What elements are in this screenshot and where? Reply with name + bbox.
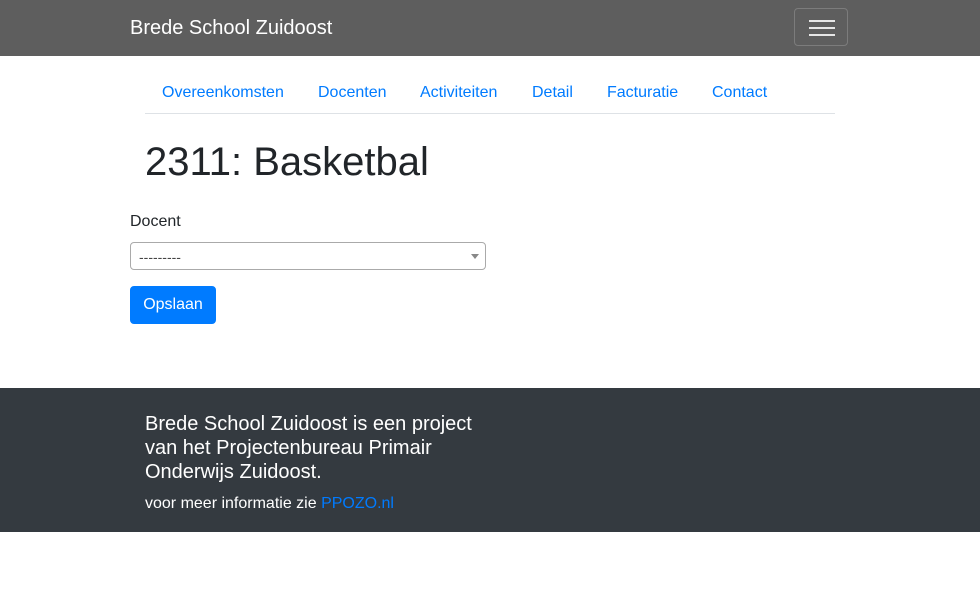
save-button[interactable]: Opslaan	[130, 286, 216, 324]
brand-link[interactable]: Brede School Zuidoost	[130, 15, 332, 41]
navbar: Brede School Zuidoost	[0, 0, 980, 56]
footer-info: voor meer informatie zie PPOZO.nl	[145, 494, 394, 514]
footer-text: Brede School Zuidoost is een project van…	[145, 413, 472, 483]
tab-detail[interactable]: Detail	[532, 83, 573, 103]
dropdown-arrow-icon	[471, 254, 479, 259]
docent-select[interactable]: ---------	[130, 242, 486, 270]
docent-select-value: ---------	[139, 249, 181, 265]
ppozo-link[interactable]: PPOZO.nl	[321, 495, 394, 512]
tab-facturatie[interactable]: Facturatie	[607, 83, 678, 103]
footer-info-prefix: voor meer informatie zie	[145, 495, 322, 512]
navbar-toggler-button[interactable]	[794, 8, 848, 46]
tab-contact[interactable]: Contact	[712, 83, 767, 103]
tab-docenten[interactable]: Docenten	[318, 83, 387, 103]
tab-navigation: Overeenkomsten Docenten Activiteiten Det…	[145, 74, 835, 114]
tab-overeenkomsten[interactable]: Overeenkomsten	[162, 83, 284, 103]
footer: Brede School Zuidoost is een project van…	[0, 388, 980, 532]
page-title: 2311: Basketbal	[145, 140, 429, 184]
docent-label: Docent	[130, 213, 181, 230]
tab-activiteiten[interactable]: Activiteiten	[420, 83, 497, 103]
